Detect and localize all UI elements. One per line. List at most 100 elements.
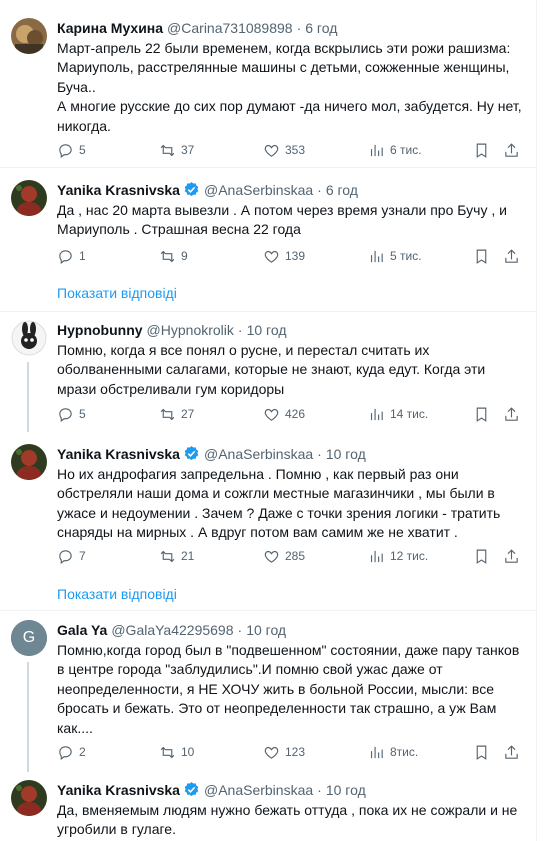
display-name[interactable]: Hypnobunny: [57, 322, 143, 338]
bookmark-icon: [476, 407, 487, 422]
timestamp[interactable]: 10 год: [247, 322, 287, 338]
bookmark-button[interactable]: [473, 246, 490, 266]
reply-count: 1: [79, 249, 86, 263]
reply-button[interactable]: 7: [57, 546, 86, 566]
retweet-button[interactable]: 10: [159, 742, 194, 762]
user-handle[interactable]: @Hypnokrolik: [147, 322, 234, 338]
like-button[interactable]: 353: [263, 140, 305, 160]
bookmark-button[interactable]: [473, 546, 490, 566]
like-icon: [264, 408, 279, 421]
user-handle[interactable]: @GalaYa42295698: [111, 622, 233, 638]
retweet-button[interactable]: 9: [159, 246, 188, 266]
reply-button[interactable]: 1: [57, 246, 86, 266]
views-button[interactable]: 5 тис.: [368, 246, 422, 266]
thread-connector: [27, 662, 29, 772]
like-icon: [264, 550, 279, 563]
views-icon: [370, 408, 383, 420]
timestamp[interactable]: 6 год: [305, 20, 337, 36]
display-name[interactable]: Gala Ya: [57, 622, 107, 638]
share-icon: [505, 548, 518, 563]
user-handle[interactable]: @Carina731089898: [167, 20, 293, 36]
show-replies-link[interactable]: Показати відповіді: [57, 283, 177, 303]
share-button[interactable]: [503, 404, 520, 424]
timestamp[interactable]: 6 год: [326, 182, 358, 198]
share-icon: [505, 406, 518, 421]
tweet-actions: 2 10 123 8тис.: [57, 742, 527, 762]
bookmark-button[interactable]: [473, 404, 490, 424]
retweet-count: 37: [181, 143, 195, 157]
retweet-icon: [160, 550, 175, 562]
reply-icon: [59, 407, 72, 422]
share-icon: [505, 744, 518, 759]
retweet-button[interactable]: 27: [159, 404, 194, 424]
verified-badge-icon: [184, 782, 199, 797]
like-count: 285: [285, 549, 306, 563]
display-name[interactable]: Yanika Krasnivska: [57, 782, 180, 798]
like-icon: [264, 746, 279, 759]
tweet-actions: 5 27 426 14 тис.: [57, 404, 527, 424]
show-replies-link[interactable]: Показати відповіді: [57, 584, 177, 604]
retweet-icon: [160, 746, 175, 758]
like-button[interactable]: 285: [263, 546, 305, 566]
tweet-actions: 5 37 353 6 тис.: [57, 140, 527, 160]
bookmark-button[interactable]: [473, 742, 490, 762]
views-button[interactable]: 6 тис.: [368, 140, 422, 160]
share-button[interactable]: [503, 246, 520, 266]
reply-count: 5: [79, 407, 86, 421]
divider: [0, 311, 537, 312]
view-count: 5 тис.: [390, 249, 422, 263]
user-handle[interactable]: @AnaSerbinskaa: [204, 782, 313, 798]
like-button[interactable]: 123: [263, 742, 305, 762]
view-count: 6 тис.: [390, 143, 422, 157]
user-handle[interactable]: @AnaSerbinskaa: [204, 446, 313, 462]
timestamp[interactable]: 10 год: [326, 782, 366, 798]
share-button[interactable]: [503, 742, 520, 762]
share-button[interactable]: [503, 140, 520, 160]
display-name[interactable]: Карина Мухина: [57, 20, 163, 36]
reply-button[interactable]: 5: [57, 404, 86, 424]
user-handle[interactable]: @AnaSerbinskaa: [204, 182, 313, 198]
display-name[interactable]: Yanika Krasnivska: [57, 182, 180, 198]
bookmark-icon: [476, 549, 487, 564]
like-icon: [264, 144, 279, 157]
avatar-letter: G: [22, 629, 36, 646]
timestamp[interactable]: 10 год: [246, 622, 286, 638]
retweet-icon: [160, 144, 175, 156]
replies-feed: Карина Мухина @Carina731089898 · 6 год Март…: [0, 0, 537, 841]
bookmark-button[interactable]: [473, 140, 490, 160]
bookmark-icon: [476, 249, 487, 264]
display-name[interactable]: Yanika Krasnivska: [57, 446, 180, 462]
avatar[interactable]: [11, 18, 47, 54]
like-count: 353: [285, 143, 306, 157]
tweet-text: Но их андрофагия запредельна . Помню , к…: [57, 466, 505, 541]
avatar[interactable]: [11, 780, 47, 816]
thread-connector: [27, 362, 29, 432]
avatar[interactable]: [11, 444, 47, 480]
retweet-button[interactable]: 37: [159, 140, 194, 160]
retweet-count: 10: [181, 745, 195, 759]
share-button[interactable]: [503, 546, 520, 566]
views-icon: [370, 250, 383, 262]
views-button[interactable]: 14 тис.: [368, 404, 428, 424]
retweet-count: 9: [181, 249, 188, 263]
avatar[interactable]: [11, 180, 47, 216]
timestamp[interactable]: 10 год: [326, 446, 366, 462]
views-button[interactable]: 8тис.: [368, 742, 418, 762]
retweet-count: 21: [181, 549, 195, 563]
tweet-text: Помню, когда я все понял о русне, и пере…: [57, 342, 490, 397]
view-count: 8тис.: [390, 745, 419, 759]
avatar[interactable]: [11, 320, 47, 356]
reply-count: 5: [79, 143, 86, 157]
like-count: 139: [285, 249, 306, 263]
reply-button[interactable]: 5: [57, 140, 86, 160]
avatar[interactable]: G: [11, 620, 47, 656]
views-button[interactable]: 12 тис.: [368, 546, 428, 566]
like-count: 123: [285, 745, 306, 759]
retweet-button[interactable]: 21: [159, 546, 194, 566]
reply-icon: [59, 549, 72, 564]
like-button[interactable]: 426: [263, 404, 305, 424]
reply-icon: [59, 745, 72, 760]
like-icon: [264, 250, 279, 263]
like-button[interactable]: 139: [263, 246, 305, 266]
reply-button[interactable]: 2: [57, 742, 86, 762]
